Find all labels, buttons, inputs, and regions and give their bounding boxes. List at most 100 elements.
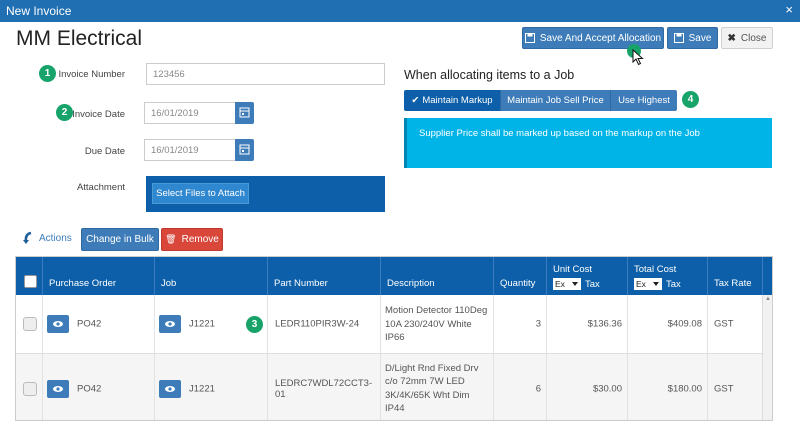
select-all-checkbox[interactable] [24, 275, 37, 288]
table-row[interactable]: PO42 J1221 LEDR110PIR3W-24 Motion Detect… [16, 295, 772, 354]
select-files-button[interactable]: Select Files to Attach [152, 183, 249, 204]
close-x-icon: ✖ [727, 32, 736, 44]
header-description[interactable]: Description [381, 257, 494, 295]
invoice-date-calendar-button[interactable] [235, 102, 254, 124]
quantity-cell: 6 [494, 354, 547, 420]
actions-label: Actions [39, 232, 72, 244]
change-in-bulk-button[interactable]: Change in Bulk [81, 228, 159, 251]
row-checkbox[interactable] [23, 317, 37, 331]
remove-label: Remove [181, 234, 219, 245]
description-cell: Motion Detector 110Deg 10A 230/240V Whit… [381, 295, 494, 353]
tax-rate-cell: GST [708, 295, 763, 353]
total-cost-tax-label: Tax [666, 279, 681, 290]
row-select-cell [16, 354, 43, 420]
actions-toggle[interactable]: Actions [22, 231, 72, 245]
row-select-cell [16, 295, 43, 353]
po-cell: PO42 [43, 295, 155, 353]
floppy-disk-icon [524, 33, 535, 43]
header-purchase-order-label: Purchase Order [49, 278, 117, 289]
invoice-date-label: Invoice Date [72, 109, 125, 120]
header-select-cell [16, 257, 43, 295]
eye-icon [165, 385, 175, 392]
job-value: J1221 [189, 383, 215, 394]
header-total-cost[interactable]: Total Cost Ex Tax [628, 257, 708, 295]
view-job-button[interactable] [159, 315, 181, 333]
header-part-number[interactable]: Part Number [268, 257, 381, 295]
window-close-icon[interactable]: × [785, 3, 793, 16]
save-button[interactable]: Save [667, 27, 718, 49]
close-label: Close [740, 32, 767, 44]
save-label: Save [688, 32, 712, 44]
header-unit-cost-label: Unit Cost [553, 264, 593, 275]
invoice-lines-table: Purchase Order Job Part Number Descripti… [15, 256, 773, 421]
header-tax-rate[interactable]: Tax Rate [708, 257, 763, 295]
allocation-title: When allocating items to a Job [404, 68, 575, 82]
option-use-highest[interactable]: Use Highest [611, 90, 677, 111]
total-cost-cell: $409.08 [628, 295, 708, 353]
save-and-accept-allocation-label: Save And Accept Allocation [539, 32, 662, 44]
part-cell: LEDR110PIR3W-24 [268, 295, 381, 353]
table-scrollbar[interactable]: ▲ [762, 295, 772, 420]
due-date-calendar-button[interactable] [235, 139, 254, 161]
job-value: J1221 [189, 318, 215, 330]
unit-cost-tax-label: Tax [585, 279, 600, 290]
job-cell: J1221 [155, 354, 268, 420]
undo-arrow-icon [23, 231, 32, 244]
unit-cost-tax-select[interactable]: Ex [553, 278, 581, 290]
view-po-button[interactable] [47, 379, 69, 398]
header-unit-cost[interactable]: Unit Cost Ex Tax [547, 257, 628, 295]
quantity-value: 6 [535, 383, 541, 394]
table-header: Purchase Order Job Part Number Descripti… [16, 257, 772, 295]
tax-rate-value: GST [714, 383, 734, 394]
eye-icon [165, 321, 175, 327]
tax-rate-value: GST [714, 318, 734, 330]
remove-button[interactable]: 🗑 Remove [161, 228, 223, 251]
po-value: PO42 [77, 383, 102, 394]
due-date-field[interactable]: 16/01/2019 [144, 139, 236, 161]
allocation-info-panel: Supplier Price shall be marked up based … [404, 118, 772, 168]
scroll-up-arrow-icon[interactable]: ▲ [765, 296, 771, 302]
check-icon: ✔ [411, 95, 420, 106]
allocation-info-text: Supplier Price shall be marked up based … [419, 128, 700, 139]
option-maintain-job-sell-price[interactable]: Maintain Job Sell Price [501, 90, 611, 111]
total-cost-tax-select[interactable]: Ex [634, 278, 662, 290]
trash-icon: 🗑 [165, 234, 177, 244]
table-row[interactable]: PO42 J1221 LEDRC7WDL72CCT3-01 D/Light Rn… [16, 354, 772, 420]
description-cell: D/Light Rnd Fixed Drv c/o 72mm 7W LED 3K… [381, 354, 494, 420]
floppy-disk-icon [673, 33, 684, 43]
row-checkbox[interactable] [23, 381, 37, 396]
save-and-accept-allocation-button[interactable]: Save And Accept Allocation [522, 27, 664, 49]
attachment-dropzone[interactable]: Select Files to Attach [146, 176, 385, 212]
attachment-label: Attachment [76, 182, 125, 193]
option-maintain-markup[interactable]: ✔ Maintain Markup [404, 90, 501, 111]
eye-icon [53, 321, 63, 327]
header-tax-rate-label: Tax Rate [714, 278, 752, 289]
unit-cost-value: $136.36 [587, 318, 622, 330]
due-date-label: Due Date [84, 146, 125, 157]
view-po-button[interactable] [47, 315, 69, 333]
description-value: Motion Detector 110Deg 10A 230/240V Whit… [385, 304, 488, 343]
header-quantity[interactable]: Quantity [494, 257, 547, 295]
description-value: D/Light Rnd Fixed Drv c/o 72mm 7W LED 3K… [385, 362, 479, 415]
window-titlebar: New Invoice × [0, 0, 800, 22]
step-4-badge: 4 [682, 91, 699, 108]
mouse-pointer-icon [632, 49, 644, 66]
header-total-cost-label: Total Cost [634, 264, 677, 275]
quantity-value: 3 [535, 318, 541, 330]
header-job[interactable]: Job [155, 257, 268, 295]
eye-icon [53, 385, 63, 392]
header-purchase-order[interactable]: Purchase Order [43, 257, 155, 295]
header-part-number-label: Part Number [274, 278, 328, 289]
unit-cost-cell: $136.36 [547, 295, 628, 353]
quantity-cell: 3 [494, 295, 547, 353]
header-description-label: Description [387, 278, 435, 289]
invoice-number-field[interactable]: 123456 [146, 63, 385, 85]
step-3-badge: 3 [246, 316, 263, 333]
po-cell: PO42 [43, 354, 155, 420]
view-job-button[interactable] [159, 379, 181, 398]
part-value: LEDR110PIR3W-24 [275, 318, 360, 330]
close-button[interactable]: ✖ Close [721, 27, 773, 49]
part-cell: LEDRC7WDL72CCT3-01 [268, 354, 381, 420]
invoice-date-field[interactable]: 16/01/2019 [144, 102, 236, 124]
header-quantity-label: Quantity [500, 278, 536, 289]
